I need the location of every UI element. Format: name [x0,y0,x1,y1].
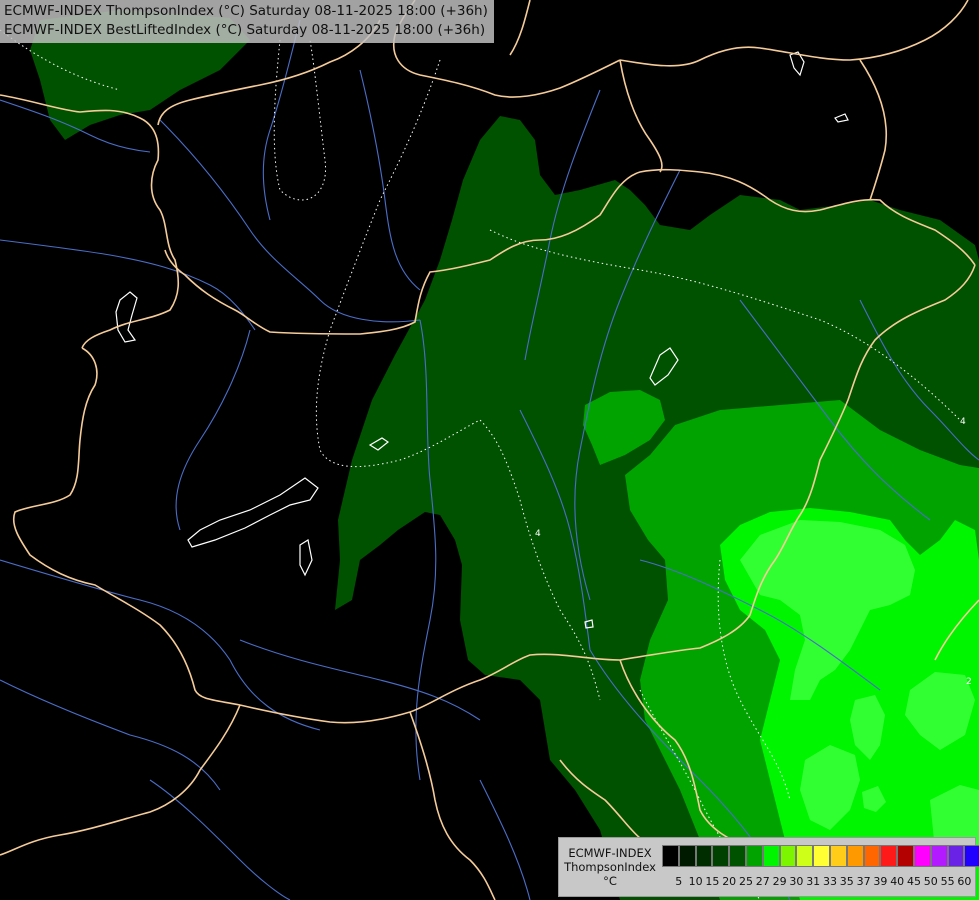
legend-swatch [813,845,830,867]
legend-tick-label: 35 [839,875,854,888]
legend-title-line: ECMWF-INDEX [568,846,652,860]
legend-swatch [930,845,948,867]
legend-swatch [897,845,914,867]
weather-map: 4 2 4 [0,0,979,900]
legend-swatch [678,845,696,867]
legend-tick-label: 39 [873,875,888,888]
legend-tick-label: 10 [688,875,703,888]
legend-swatch [913,845,931,867]
legend-tick-label: 15 [705,875,720,888]
legend-tick-label: 30 [789,875,804,888]
legend-tick-label: 27 [755,875,770,888]
legend-tick-label: 60 [957,875,972,888]
legend-title: ECMWF-INDEX ThompsonIndex °C [561,846,659,888]
legend-title-line: ThompsonIndex [564,860,656,874]
legend-swatch [695,845,713,867]
legend-tick-label: 55 [940,875,955,888]
legend-tick-label: 33 [823,875,837,888]
legend-tick-label: 29 [772,875,787,888]
legend-tick-label: 25 [739,875,753,888]
legend-tick-label: 45 [907,875,921,888]
contour-label: 4 [960,417,966,427]
legend-tick-label: 31 [806,875,821,888]
legend-swatch [964,845,979,867]
legend-swatch [762,845,780,867]
color-legend: ECMWF-INDEX ThompsonIndex °C 5 10 15 20 25 27… [558,837,979,897]
legend-swatch [779,845,797,867]
legend-swatch [863,845,881,867]
map-title-box: ECMWF-INDEX ThompsonIndex (°C) Saturday … [0,0,494,43]
legend-tick-label: 50 [923,875,938,888]
legend-swatch [729,845,746,867]
legend-swatch [796,845,814,867]
legend-swatch [947,845,965,867]
title-line-bestlifted: ECMWF-INDEX BestLiftedIndex (°C) Saturda… [4,22,486,38]
legend-swatch [846,845,864,867]
legend-color-scale [662,845,979,867]
legend-tick-label: 5 [675,875,683,888]
contour-label: 4 [535,529,541,539]
legend-swatch [662,845,679,867]
legend-swatch [880,845,898,867]
legend-tick-label: 20 [722,875,737,888]
legend-tick-label: 40 [890,875,905,888]
legend-tick-label: 37 [856,875,871,888]
contour-label: 2 [966,677,972,687]
legend-title-line: °C [603,874,617,888]
legend-swatch [712,845,730,867]
legend-swatch [745,845,763,867]
legend-tick-labels: 5 10 15 20 25 27 29 30 31 33 35 37 39 40 45 50 55 60 [662,875,972,889]
legend-swatch [829,845,847,867]
title-line-thompson: ECMWF-INDEX ThompsonIndex (°C) Saturday … [4,3,488,19]
